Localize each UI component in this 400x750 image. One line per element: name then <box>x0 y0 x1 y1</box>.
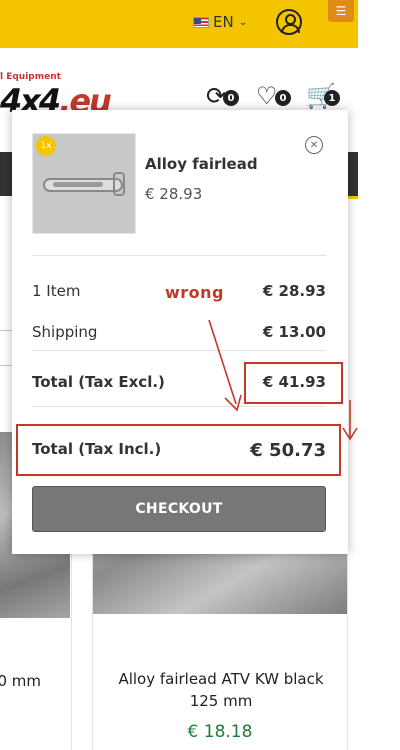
cart-item-name[interactable]: Alloy fairlead <box>145 155 258 173</box>
divider <box>32 255 326 256</box>
annotation-box <box>16 424 341 476</box>
summary-label: Shipping <box>32 323 98 341</box>
cart-item-price: € 28.93 <box>145 185 203 203</box>
summary-label: Total (Tax Excl.) <box>32 373 165 391</box>
annotation-box <box>244 362 343 404</box>
account-icon[interactable] <box>276 9 302 35</box>
summary-row-shipping: Shipping € 13.00 <box>32 323 326 341</box>
annotation-label: wrong <box>165 283 225 302</box>
product-name[interactable]: 0 mm <box>0 672 41 690</box>
wishlist-count-badge: 0 <box>275 90 291 106</box>
fairlead-hook <box>113 172 125 196</box>
cart-dropdown: 1x Alloy fairlead € 28.93 ✕ 1 Item € 28.… <box>12 110 348 554</box>
nav-bar <box>0 152 12 196</box>
product-name[interactable]: Alloy fairlead ATV KW black 125 mm <box>103 668 339 712</box>
divider <box>32 350 326 351</box>
us-flag-icon <box>193 16 209 28</box>
menu-button[interactable]: ☰ <box>328 0 354 22</box>
chevron-down-icon: ⌄ <box>238 16 248 28</box>
nav-underline <box>347 196 358 199</box>
summary-label: 1 Item <box>32 282 81 300</box>
compare-count-badge: 0 <box>223 90 239 106</box>
logo-tagline: l Equipment <box>0 72 61 82</box>
fairlead-bar <box>43 178 123 192</box>
close-icon[interactable]: ✕ <box>305 136 323 154</box>
nav-bar-right <box>347 152 358 196</box>
summary-value: € 13.00 <box>262 323 326 341</box>
quantity-badge: 1x <box>36 136 56 156</box>
page: EN ⌄ ☰ l Equipment 4x4.eu ⟳ 0 ♡ 0 🛒 1 0 … <box>0 0 400 750</box>
divider <box>32 406 326 407</box>
checkout-button[interactable]: CHECKOUT <box>32 486 326 532</box>
divider <box>0 330 12 331</box>
top-bar: EN ⌄ ☰ <box>0 0 358 48</box>
divider <box>0 365 12 366</box>
product-price: € 18.18 <box>187 722 253 742</box>
language-selector[interactable]: EN ⌄ <box>193 12 247 32</box>
language-label: EN <box>213 13 234 31</box>
cart-count-badge: 1 <box>324 90 340 106</box>
summary-value: € 28.93 <box>262 282 326 300</box>
